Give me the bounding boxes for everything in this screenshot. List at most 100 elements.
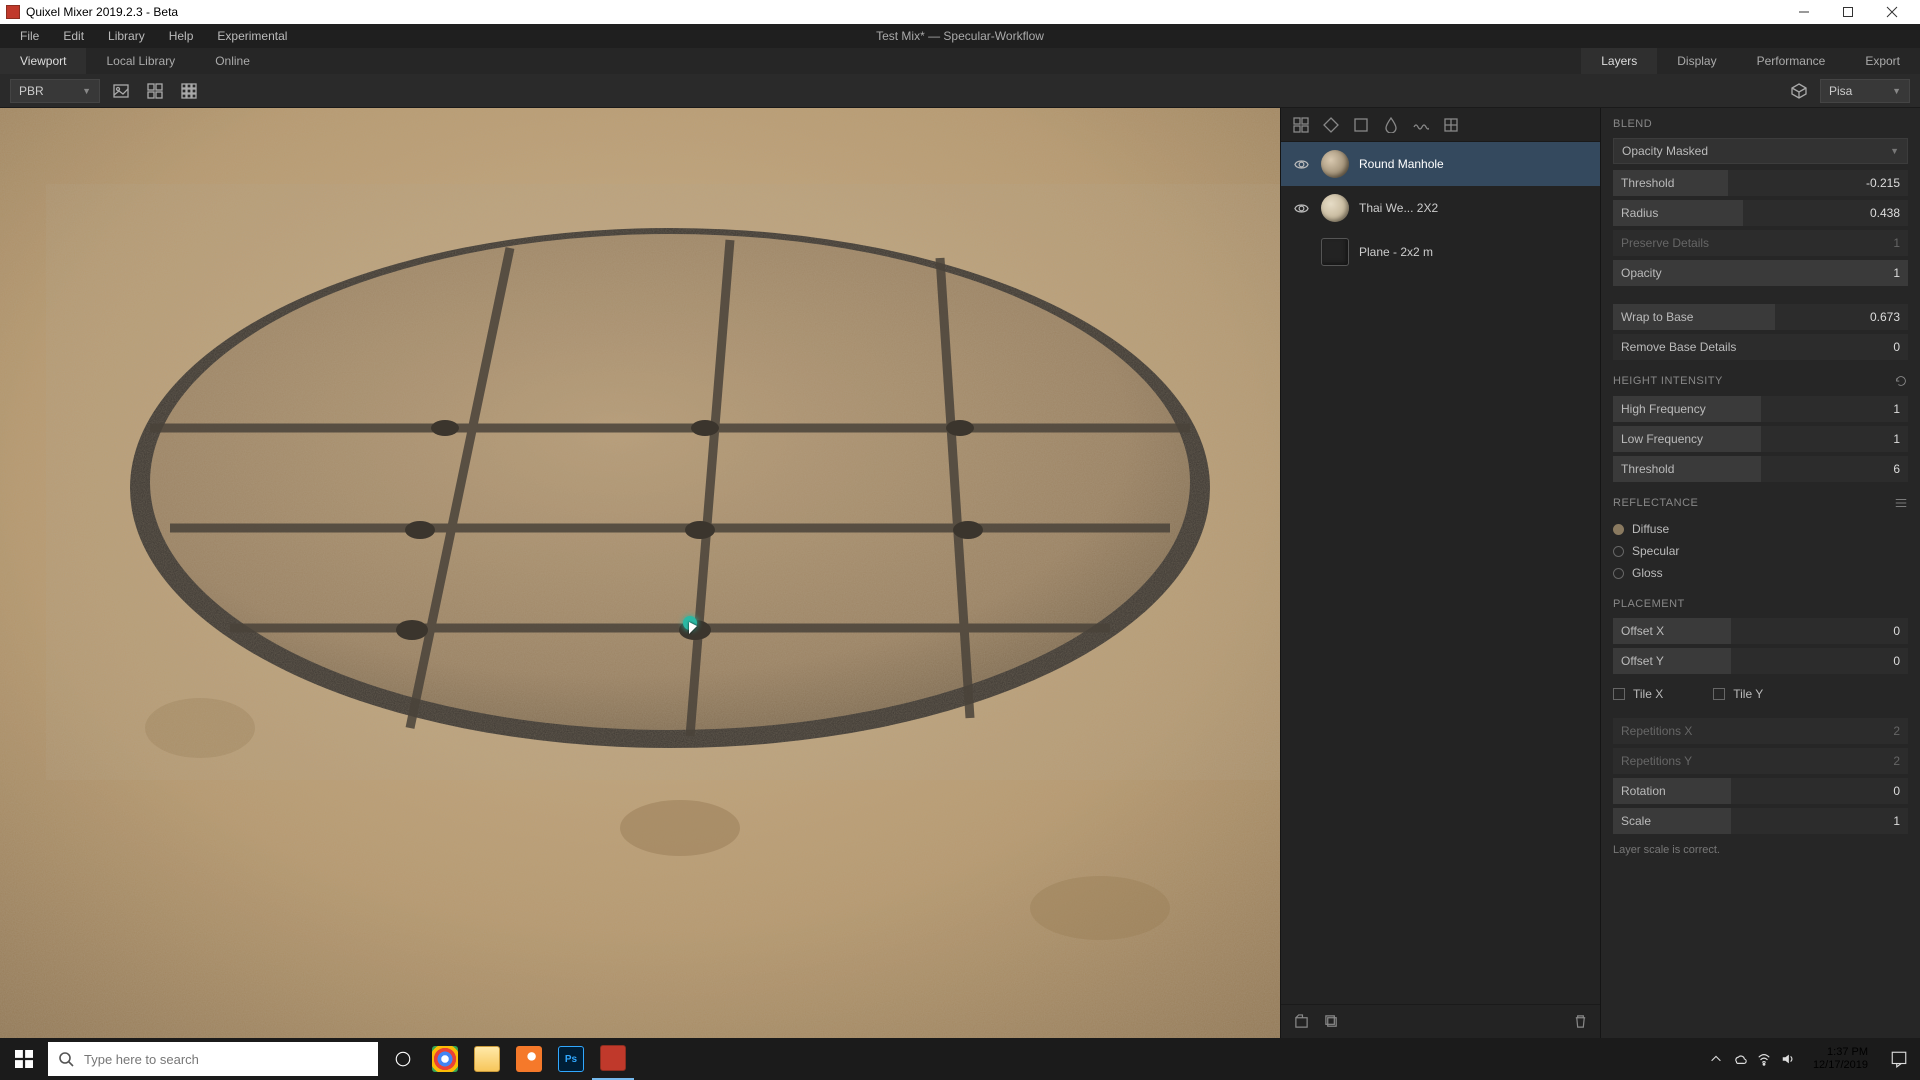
low-frequency-slider[interactable]: Low Frequency1 — [1613, 426, 1908, 452]
offset-x-slider[interactable]: Offset X0 — [1613, 618, 1908, 644]
system-tray[interactable] — [1701, 1052, 1803, 1066]
tab-viewport[interactable]: Viewport — [0, 48, 86, 74]
menu-experimental[interactable]: Experimental — [205, 24, 299, 48]
tab-online[interactable]: Online — [195, 48, 270, 74]
view-image-icon[interactable] — [108, 79, 134, 103]
repetitions-x-field[interactable]: Repetitions X2 — [1613, 718, 1908, 744]
taskbar-chrome[interactable] — [424, 1038, 466, 1080]
search-placeholder: Type here to search — [84, 1052, 199, 1067]
clock-time: 1:37 PM — [1813, 1046, 1868, 1059]
view-grid3-icon[interactable] — [176, 79, 202, 103]
layer-name: Round Manhole — [1359, 157, 1444, 171]
taskbar-clock[interactable]: 1:37 PM 12/17/2019 — [1803, 1046, 1878, 1072]
menu-icon[interactable] — [1894, 496, 1908, 510]
tab-export[interactable]: Export — [1845, 48, 1920, 74]
action-center-button[interactable] — [1878, 1038, 1920, 1080]
maximize-button[interactable] — [1826, 0, 1870, 24]
radio-dot-icon — [1613, 568, 1624, 579]
taskbar-search[interactable]: Type here to search — [48, 1042, 378, 1076]
radio-dot-icon — [1613, 524, 1624, 535]
close-button[interactable] — [1870, 0, 1914, 24]
layer-type-noise-icon[interactable] — [1411, 115, 1431, 135]
reflectance-specular-radio[interactable]: Specular — [1613, 540, 1908, 562]
view-grid2-icon[interactable] — [142, 79, 168, 103]
tile-y-checkbox[interactable]: Tile Y — [1713, 682, 1763, 706]
environment-dropdown[interactable]: Pisa▼ — [1820, 79, 1910, 103]
layer-thumbnail — [1321, 194, 1349, 222]
start-button[interactable] — [0, 1038, 48, 1080]
menu-library[interactable]: Library — [96, 24, 157, 48]
reflectance-gloss-radio[interactable]: Gloss — [1613, 562, 1908, 584]
visibility-toggle[interactable] — [1291, 201, 1311, 216]
wrap-to-base-slider[interactable]: Wrap to Base0.673 — [1613, 304, 1908, 330]
taskbar-explorer[interactable] — [466, 1038, 508, 1080]
layer-type-material-icon[interactable] — [1291, 115, 1311, 135]
scale-slider[interactable]: Scale1 — [1613, 808, 1908, 834]
clock-date: 12/17/2019 — [1813, 1059, 1868, 1072]
tray-chevron-up-icon[interactable] — [1709, 1052, 1723, 1066]
high-frequency-slider[interactable]: High Frequency1 — [1613, 396, 1908, 422]
windows-taskbar: Type here to search Ps 1:37 PM 12/17/201… — [0, 1038, 1920, 1080]
menu-edit[interactable]: Edit — [51, 24, 96, 48]
reset-icon[interactable] — [1894, 374, 1908, 388]
layer-row[interactable]: Plane - 2x2 m — [1281, 230, 1600, 274]
tab-display[interactable]: Display — [1657, 48, 1736, 74]
layers-type-icons — [1281, 108, 1600, 142]
preserve-details-field[interactable]: Preserve Details1 — [1613, 230, 1908, 256]
tab-local-library[interactable]: Local Library — [86, 48, 195, 74]
layer-type-liquid-icon[interactable] — [1381, 115, 1401, 135]
layer-name: Plane - 2x2 m — [1359, 245, 1433, 259]
opacity-slider[interactable]: Opacity1 — [1613, 260, 1908, 286]
search-icon — [58, 1051, 74, 1067]
layer-row[interactable]: Thai We... 2X2 — [1281, 186, 1600, 230]
offset-y-slider[interactable]: Offset Y0 — [1613, 648, 1908, 674]
blend-mode-dropdown[interactable]: Opacity Masked▼ — [1613, 138, 1908, 164]
tab-layers[interactable]: Layers — [1581, 48, 1657, 74]
chevron-down-icon: ▼ — [1892, 86, 1901, 96]
duplicate-layer-icon[interactable] — [1321, 1012, 1341, 1032]
radio-dot-icon — [1613, 546, 1624, 557]
minimize-button[interactable] — [1782, 0, 1826, 24]
menu-file[interactable]: File — [8, 24, 51, 48]
scale-hint-text: Layer scale is correct. — [1613, 844, 1908, 856]
layer-thumbnail — [1321, 150, 1349, 178]
radius-slider[interactable]: Radius0.438 — [1613, 200, 1908, 226]
cortana-button[interactable] — [382, 1038, 424, 1080]
tray-wifi-icon[interactable] — [1757, 1052, 1771, 1066]
add-group-icon[interactable] — [1291, 1012, 1311, 1032]
viewport-3d[interactable] — [0, 108, 1280, 1038]
taskbar-blender[interactable] — [508, 1038, 550, 1080]
visibility-toggle[interactable] — [1291, 157, 1311, 172]
chevron-down-icon: ▼ — [82, 86, 91, 96]
section-placement: PLACEMENT — [1613, 598, 1908, 610]
layer-thumbnail — [1321, 238, 1349, 266]
delete-layer-icon[interactable] — [1570, 1012, 1590, 1032]
layer-type-paint-icon[interactable] — [1441, 115, 1461, 135]
layers-panel: Round Manhole Thai We... 2X2 Plane - 2x2… — [1280, 108, 1600, 1038]
render-mode-dropdown[interactable]: PBR▼ — [10, 79, 100, 103]
tile-x-checkbox[interactable]: Tile X — [1613, 682, 1663, 706]
blend-mode-label: Opacity Masked — [1622, 144, 1708, 158]
section-height: HEIGHT INTENSITY — [1613, 374, 1908, 388]
tray-volume-icon[interactable] — [1781, 1052, 1795, 1066]
rotation-slider[interactable]: Rotation0 — [1613, 778, 1908, 804]
repetitions-y-field[interactable]: Repetitions Y2 — [1613, 748, 1908, 774]
layers-footer — [1281, 1004, 1600, 1038]
window-title: Quixel Mixer 2019.2.3 - Beta — [26, 5, 178, 19]
document-title: Test Mix* — Specular-Workflow — [876, 29, 1044, 43]
layer-row[interactable]: Round Manhole — [1281, 142, 1600, 186]
remove-base-details-slider[interactable]: Remove Base Details0 — [1613, 334, 1908, 360]
tray-cloud-icon[interactable] — [1733, 1052, 1747, 1066]
height-threshold-slider[interactable]: Threshold6 — [1613, 456, 1908, 482]
taskbar-photoshop[interactable]: Ps — [550, 1038, 592, 1080]
menu-help[interactable]: Help — [157, 24, 206, 48]
viewport-toolbar: PBR▼ Pisa▼ — [0, 74, 1920, 108]
taskbar-mixer[interactable] — [592, 1038, 634, 1080]
tab-performance[interactable]: Performance — [1737, 48, 1846, 74]
reflectance-diffuse-radio[interactable]: Diffuse — [1613, 518, 1908, 540]
menu-bar: File Edit Library Help Experimental Test… — [0, 24, 1920, 48]
layer-type-solid-icon[interactable] — [1351, 115, 1371, 135]
threshold-slider[interactable]: Threshold-0.215 — [1613, 170, 1908, 196]
layer-type-surface-icon[interactable] — [1321, 115, 1341, 135]
environment-cube-icon[interactable] — [1786, 79, 1812, 103]
